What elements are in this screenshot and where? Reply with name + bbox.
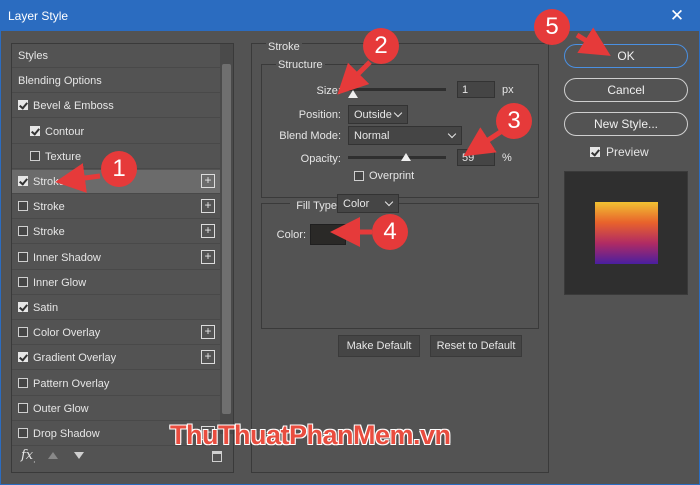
arrow-1 (55, 163, 101, 193)
annotation-badge-5: 5 (534, 9, 570, 45)
annotation-badge-1: 1 (101, 151, 137, 187)
annotation-badge-2: 2 (363, 28, 399, 64)
arrow-2 (337, 60, 372, 95)
annotation-badge-4: 4 (372, 214, 408, 250)
watermark-logo: ThuThuatPhanMem.vn (170, 420, 451, 450)
annotation-badge-3: 3 (496, 103, 532, 139)
arrow-5 (575, 27, 611, 56)
annotation-arrows (55, 27, 611, 247)
arrow-3 (463, 127, 504, 157)
